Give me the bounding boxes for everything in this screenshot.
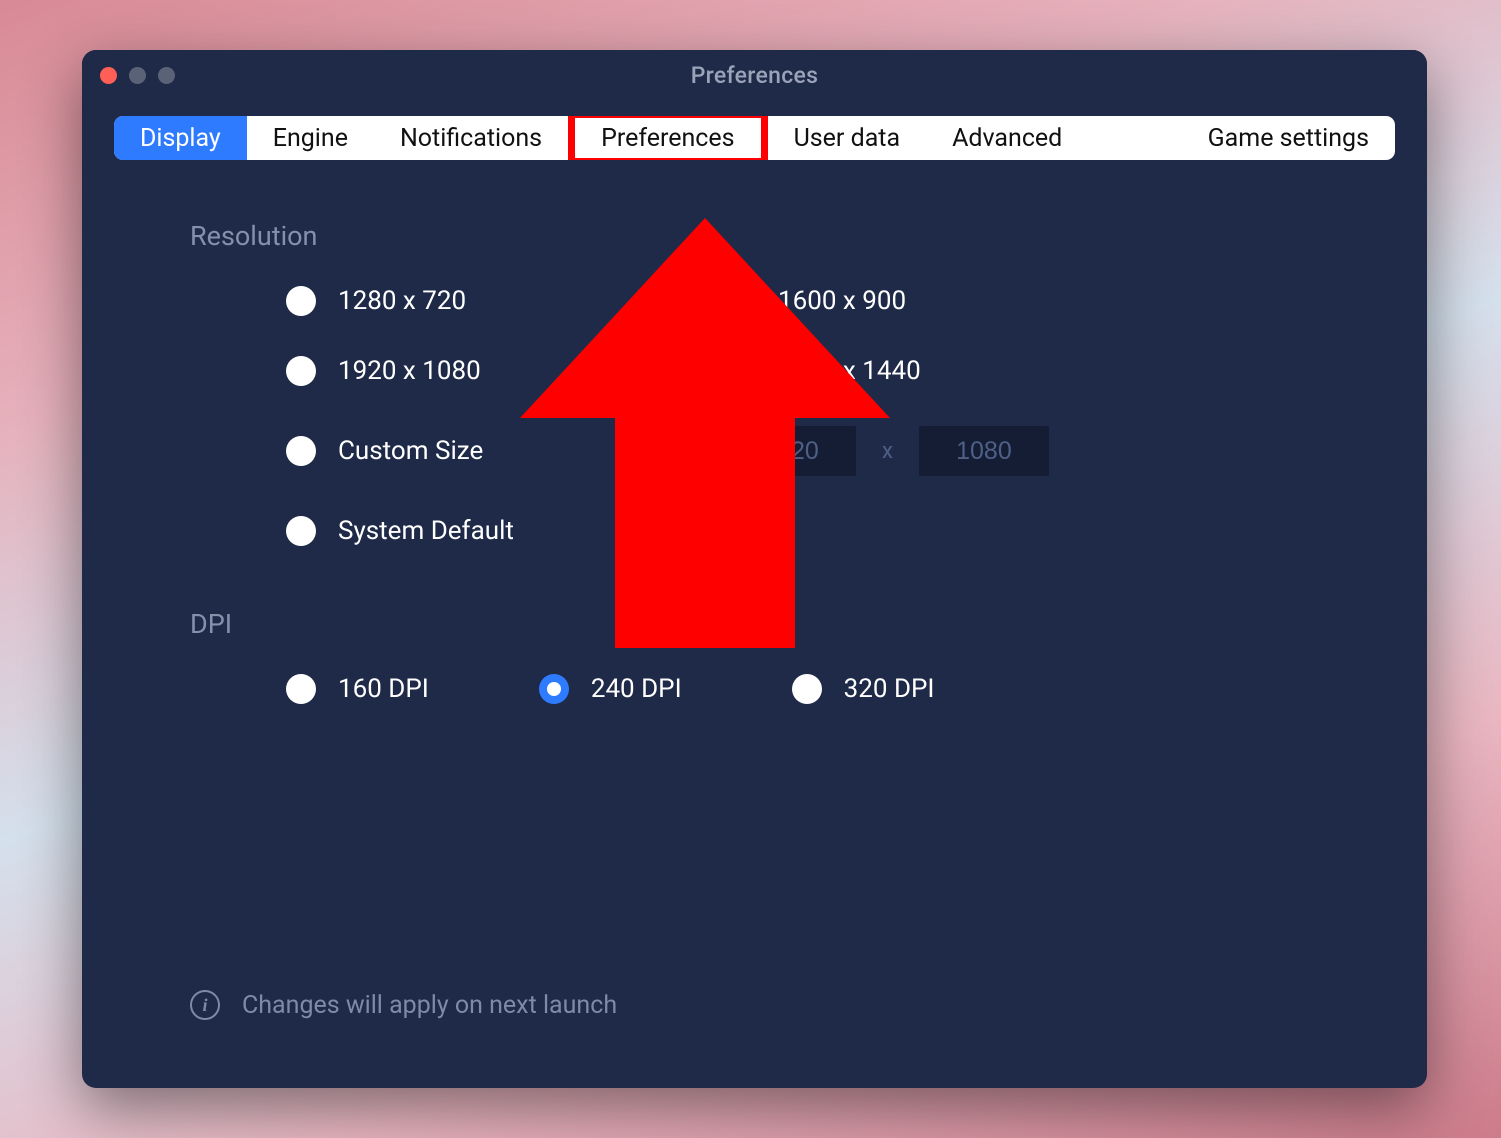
footer-note-text: Changes will apply on next launch [242, 991, 617, 1020]
desktop: Preferences Display Engine Notifications… [0, 0, 1501, 1138]
minimize-icon[interactable] [129, 67, 146, 84]
radio-label: 2560 x 1440 [778, 356, 921, 386]
preferences-window: Preferences Display Engine Notifications… [82, 50, 1427, 1088]
content-area: Resolution 1280 x 720 1600 x 900 1920 x … [82, 160, 1427, 1088]
resolution-options: 1280 x 720 1600 x 900 1920 x 1080 2560 x… [286, 286, 1355, 546]
dpi-240[interactable]: 240 DPI [539, 674, 682, 704]
radio-label: 160 DPI [338, 674, 429, 704]
resolution-custom[interactable]: Custom Size [286, 426, 726, 476]
radio-icon[interactable] [792, 674, 822, 704]
window-controls [100, 50, 175, 100]
resolution-1600x900[interactable]: 1600 x 900 [726, 286, 1355, 316]
custom-separator: x [882, 439, 893, 464]
custom-size-inputs: x [726, 426, 1355, 476]
tab-game-settings[interactable]: Game settings [1182, 116, 1395, 160]
custom-height-input[interactable] [919, 426, 1049, 476]
resolution-1920x1080[interactable]: 1920 x 1080 [286, 356, 726, 386]
tab-notifications[interactable]: Notifications [374, 116, 568, 160]
titlebar: Preferences [82, 50, 1427, 100]
radio-label: 1920 x 1080 [338, 356, 481, 386]
close-icon[interactable] [100, 67, 117, 84]
radio-label: 240 DPI [591, 674, 682, 704]
radio-icon[interactable] [726, 286, 756, 316]
radio-icon[interactable] [539, 674, 569, 704]
section-label-resolution: Resolution [190, 220, 1355, 252]
resolution-2560x1440[interactable]: 2560 x 1440 [726, 356, 1355, 386]
radio-icon[interactable] [286, 356, 316, 386]
custom-width-input[interactable] [726, 426, 856, 476]
radio-icon[interactable] [286, 674, 316, 704]
resolution-system-default[interactable]: System Default [286, 516, 1355, 546]
section-label-dpi: DPI [190, 608, 1355, 640]
radio-icon[interactable] [286, 286, 316, 316]
tab-advanced[interactable]: Advanced [926, 116, 1088, 160]
tabbar-spacer [1088, 116, 1181, 160]
tab-display[interactable]: Display [114, 116, 247, 160]
radio-label: 1280 x 720 [338, 286, 466, 316]
maximize-icon[interactable] [158, 67, 175, 84]
radio-icon[interactable] [286, 516, 316, 546]
dpi-320[interactable]: 320 DPI [792, 674, 935, 704]
footer-note: i Changes will apply on next launch [190, 990, 617, 1020]
tab-preferences[interactable]: Preferences [568, 116, 767, 160]
radio-label: 1600 x 900 [778, 286, 906, 316]
radio-label: System Default [338, 516, 514, 546]
info-icon: i [190, 990, 220, 1020]
tab-user-data[interactable]: User data [768, 116, 927, 160]
radio-label: Custom Size [338, 436, 483, 466]
radio-icon[interactable] [726, 356, 756, 386]
dpi-options: 160 DPI 240 DPI 320 DPI [286, 674, 1355, 704]
window-title: Preferences [82, 62, 1427, 89]
dpi-160[interactable]: 160 DPI [286, 674, 429, 704]
radio-label: 320 DPI [844, 674, 935, 704]
tabbar: Display Engine Notifications Preferences… [114, 116, 1395, 160]
tab-engine[interactable]: Engine [247, 116, 374, 160]
tabbar-container: Display Engine Notifications Preferences… [82, 100, 1427, 160]
radio-icon[interactable] [286, 436, 316, 466]
resolution-1280x720[interactable]: 1280 x 720 [286, 286, 726, 316]
